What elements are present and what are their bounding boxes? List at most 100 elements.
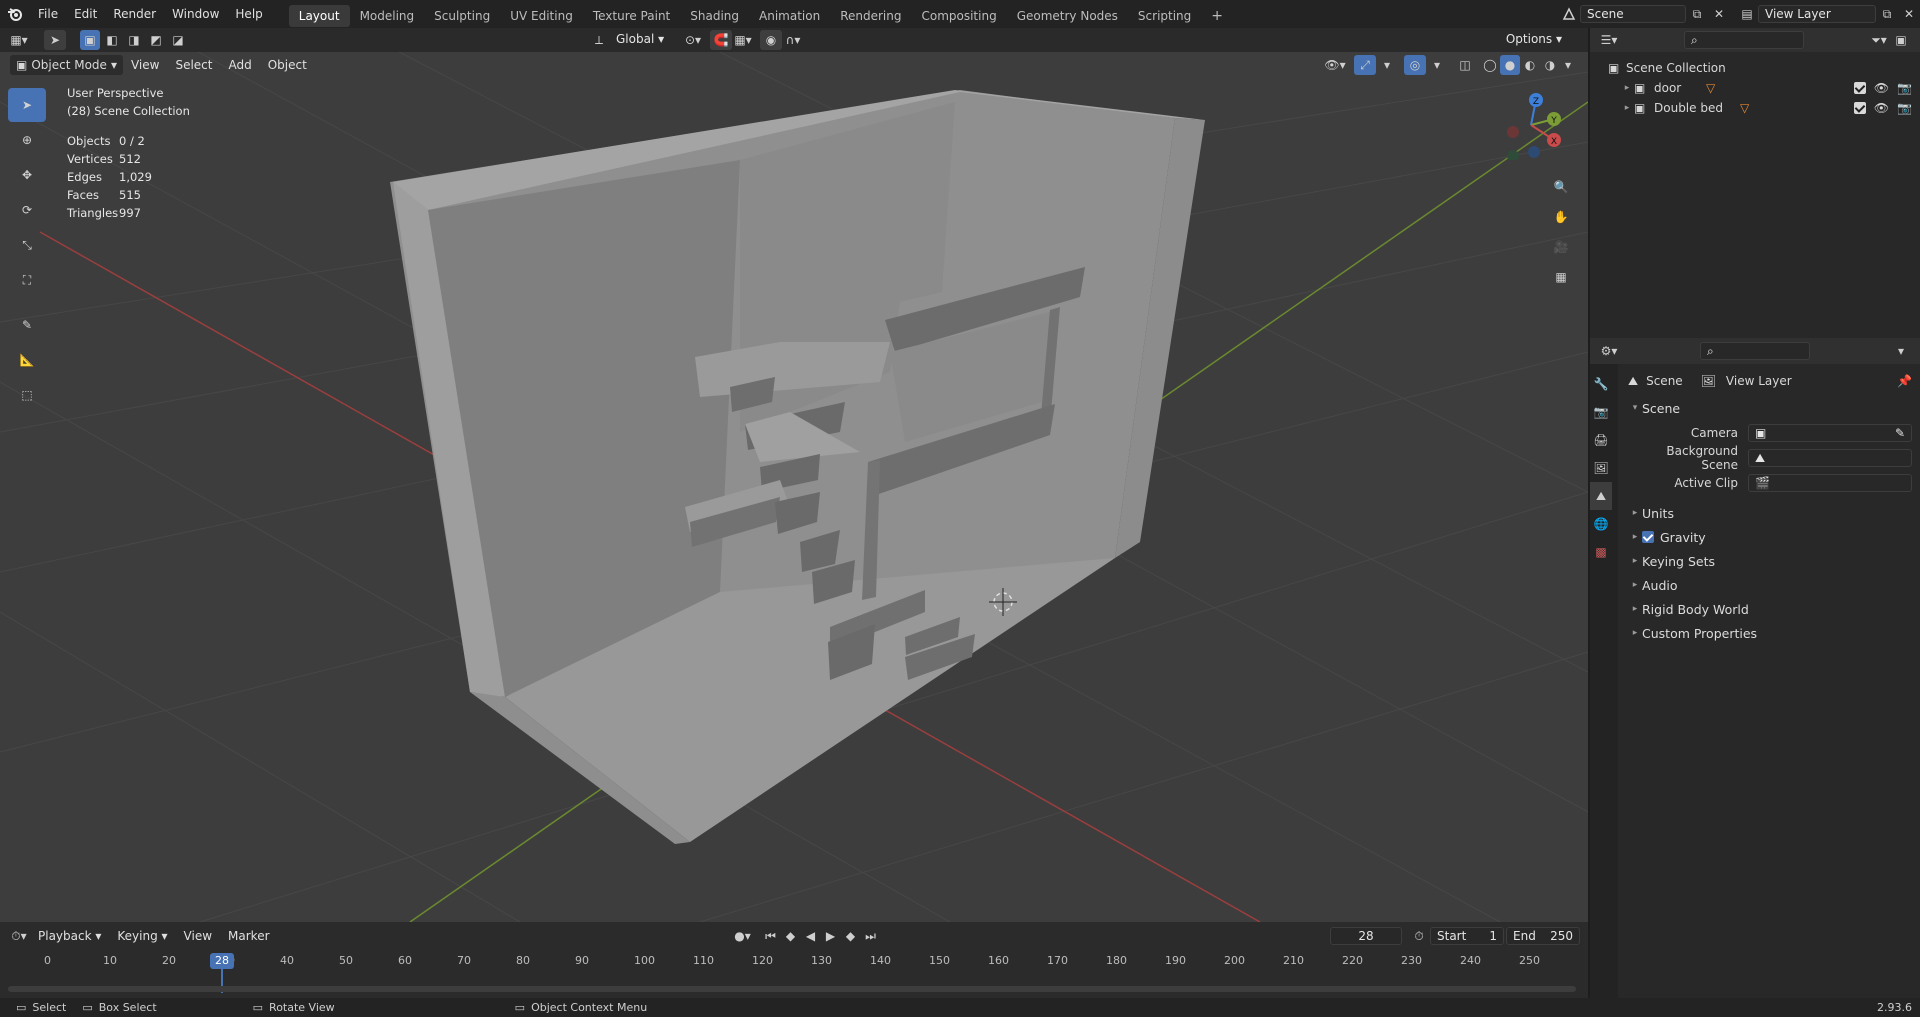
select-tool-icon[interactable]: ➤ [44, 30, 66, 50]
editor-type-icon[interactable]: ▦▾ [0, 30, 38, 50]
select-invert-icon[interactable]: ◩ [146, 30, 166, 50]
auto-keying-icon[interactable]: ●▾ [732, 926, 754, 946]
overlay-toggle-icon[interactable]: ◎ [1404, 55, 1426, 75]
tab-sculpting[interactable]: Sculpting [424, 5, 500, 27]
jump-end-icon[interactable]: ⏭ [862, 926, 880, 946]
measure-tool-icon[interactable]: 📐 [8, 343, 46, 377]
viewport-menu-add[interactable]: Add [220, 51, 259, 79]
active-clip-field[interactable]: 🎬 [1748, 473, 1912, 492]
camera-field[interactable]: ▣ ✎ [1748, 423, 1912, 442]
gravity-panel-header[interactable]: ▸ Gravity [1628, 525, 1912, 549]
view-layer-name-field[interactable]: View Layer [1758, 5, 1876, 23]
play-icon[interactable]: ▶ [822, 926, 840, 946]
output-tab-icon[interactable]: 🖨 [1590, 426, 1612, 454]
timeline-menu-playback[interactable]: Playback ▾ [30, 922, 109, 950]
xray-toggle-icon[interactable]: ◫ [1454, 55, 1476, 75]
menu-file[interactable]: File [30, 0, 66, 28]
exclude-checkbox[interactable] [1853, 102, 1866, 114]
mesh-data-icon[interactable]: ▽ [1706, 81, 1715, 95]
expand-arrow-icon[interactable]: ▸ [1620, 83, 1634, 93]
viewport-menu-object[interactable]: Object [260, 51, 315, 79]
pan-hand-icon[interactable]: ✋ [1550, 202, 1572, 232]
snap-target-icon[interactable]: ▦▾ [732, 30, 754, 50]
tab-texture-paint[interactable]: Texture Paint [583, 5, 680, 27]
tab-rendering[interactable]: Rendering [830, 5, 911, 27]
overlay-options-icon[interactable]: ▾ [1426, 55, 1448, 75]
gizmo-neg-x-icon[interactable] [1507, 126, 1519, 138]
proportional-falloff-icon[interactable]: ∩▾ [782, 30, 804, 50]
select-box-tool-icon[interactable]: ➤ [8, 88, 46, 122]
texture-tab-icon[interactable]: ▩ [1590, 538, 1612, 566]
annotate-tool-icon[interactable]: ✎ [8, 308, 46, 342]
shading-options-icon[interactable]: ▾ [1560, 55, 1576, 75]
navigation-gizmo[interactable]: Z Y X [1496, 90, 1566, 160]
outliner-item-door[interactable]: ▸ ▣ door ▽ 👁 📷 [1608, 78, 1920, 98]
tab-layout[interactable]: Layout [288, 4, 350, 27]
view-layer-icon[interactable]: ▤ [1736, 4, 1758, 24]
solid-shading-icon[interactable]: ● [1500, 55, 1520, 75]
viewport-menu-select[interactable]: Select [167, 51, 220, 79]
menu-help[interactable]: Help [227, 0, 270, 28]
timeline-menu-keying[interactable]: Keying ▾ [109, 922, 175, 950]
play-reverse-icon[interactable]: ◀ [802, 926, 820, 946]
gravity-checkbox[interactable] [1642, 531, 1654, 543]
gizmo-neg-y-icon[interactable] [1507, 150, 1519, 160]
zoom-icon[interactable]: 🔍 [1550, 172, 1572, 202]
menu-render[interactable]: Render [105, 0, 164, 28]
current-frame-field[interactable]: 28 [1330, 927, 1402, 945]
cursor-tool-icon[interactable]: ⊕ [8, 123, 46, 157]
scene-panel-header[interactable]: ▾ Scene [1628, 396, 1912, 420]
eyedropper-icon[interactable]: ✎ [1895, 425, 1905, 441]
timeline-ruler[interactable]: 0102030405060708090100110120130140150160… [0, 950, 1588, 994]
rendered-shading-icon[interactable]: ◑ [1540, 55, 1560, 75]
properties-options-icon[interactable]: ▾ [1890, 341, 1912, 361]
delete-view-layer-icon[interactable]: ✕ [1898, 4, 1920, 24]
outliner-search-input[interactable]: ⌕ [1684, 31, 1804, 49]
rotate-tool-icon[interactable]: ⟳ [8, 193, 46, 227]
scene-selector-icon[interactable] [1558, 4, 1580, 24]
add-workspace-button[interactable]: + [1201, 5, 1233, 27]
custom-properties-panel-header[interactable]: ▸ Custom Properties [1628, 621, 1912, 645]
tab-geometry-nodes[interactable]: Geometry Nodes [1007, 5, 1128, 27]
transform-orientation-dropdown[interactable]: Global ▾ [610, 31, 672, 49]
camera-view-icon[interactable]: 🎥 [1550, 232, 1572, 262]
grid-view-icon[interactable]: ▦ [1550, 262, 1572, 292]
select-intersect-icon[interactable]: ◪ [168, 30, 188, 50]
prev-keyframe-icon[interactable]: ◆ [782, 926, 800, 946]
mode-dropdown[interactable]: ▣ Object Mode ▾ [10, 55, 123, 75]
timeline-editor-icon[interactable]: ⏱▾ [8, 926, 30, 946]
scene-tab-icon[interactable]: ⛰ [1590, 482, 1612, 510]
gizmo-neg-z-icon[interactable] [1528, 146, 1540, 158]
eye-icon[interactable]: 👁 [1874, 81, 1889, 95]
tab-uv-editing[interactable]: UV Editing [500, 5, 583, 27]
world-tab-icon[interactable]: 🌐 [1590, 510, 1612, 538]
tab-animation[interactable]: Animation [749, 5, 830, 27]
start-frame-field[interactable]: Start 1 [1430, 927, 1504, 945]
select-new-icon[interactable]: ▣ [80, 30, 100, 50]
viewport-menu-view[interactable]: View [123, 51, 167, 79]
scale-tool-icon[interactable]: ⤡ [8, 228, 46, 262]
transform-tool-icon[interactable]: ⛶ [8, 263, 46, 297]
properties-search-input[interactable]: ⌕ [1700, 342, 1810, 360]
timeline-menu-view[interactable]: View [176, 922, 220, 950]
pivot-point-icon[interactable]: ⊙▾ [682, 30, 704, 50]
camera-render-icon[interactable]: 📷 [1897, 81, 1912, 95]
background-scene-field[interactable]: ⛰ [1748, 448, 1912, 467]
render-tab-icon[interactable]: 📷 [1590, 398, 1612, 426]
next-keyframe-icon[interactable]: ◆ [842, 926, 860, 946]
material-shading-icon[interactable]: ◐ [1520, 55, 1540, 75]
timeline-playhead[interactable]: 28 [210, 953, 234, 969]
outliner-item-double-bed[interactable]: ▸ ▣ Double bed ▽ 👁 📷 [1608, 98, 1920, 118]
timeline-scrollbar[interactable] [8, 986, 1576, 992]
options-dropdown[interactable]: Options ▾ [1500, 31, 1568, 49]
view-layer-tab-icon[interactable]: 🖼 [1590, 454, 1612, 482]
move-tool-icon[interactable]: ✥ [8, 158, 46, 192]
exclude-checkbox[interactable] [1853, 82, 1866, 94]
eye-icon[interactable]: 👁 [1874, 101, 1889, 115]
proportional-edit-icon[interactable]: ◉ [760, 30, 782, 50]
tab-shading[interactable]: Shading [680, 5, 749, 27]
pin-icon[interactable]: 📌 [1897, 374, 1912, 388]
menu-window[interactable]: Window [164, 0, 227, 28]
new-scene-icon[interactable]: ⧉ [1686, 4, 1708, 24]
keying-sets-panel-header[interactable]: ▸ Keying Sets [1628, 549, 1912, 573]
